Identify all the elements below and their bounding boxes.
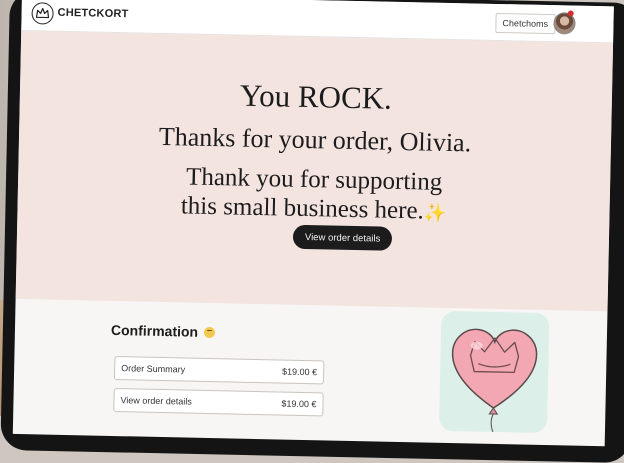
row-price: $19.00 € [281,366,318,378]
support-line-2-text: this small business here. [180,192,425,225]
laptop-screen: CHETCKORT Chetchoms You ROCK. Thanks for… [12,0,614,447]
view-order-details-row[interactable]: View order details $19.00 € [113,388,324,417]
confirmation-title: Confirmation [110,321,216,340]
hero-support-message: Thank you for supporting this small busi… [17,159,610,231]
hero-banner: You ROCK. Thanks for your order, Olivia.… [15,30,614,312]
row-price: $19.00 € [281,398,317,410]
smile-emoji-icon [203,326,216,339]
row-label: Order Summary [121,363,186,375]
hero-headline: You ROCK. [239,77,393,116]
sparkle-icon: ✨ [423,202,447,223]
heart-balloon-illustration [438,310,550,434]
row-label: View order details [120,395,192,407]
brand-name[interactable]: CHETCKORT [57,7,128,20]
checkout-button[interactable]: Chetchoms [495,12,556,35]
confirmation-title-text: Confirmation [110,321,199,340]
crown-logo-icon[interactable] [31,2,54,25]
view-order-details-button[interactable]: View order details [292,224,393,251]
hero-thanks: Thanks for your order, Olivia. [158,121,472,158]
notification-dot [567,10,574,17]
order-summary-row[interactable]: Order Summary $19.00 € [113,356,325,385]
